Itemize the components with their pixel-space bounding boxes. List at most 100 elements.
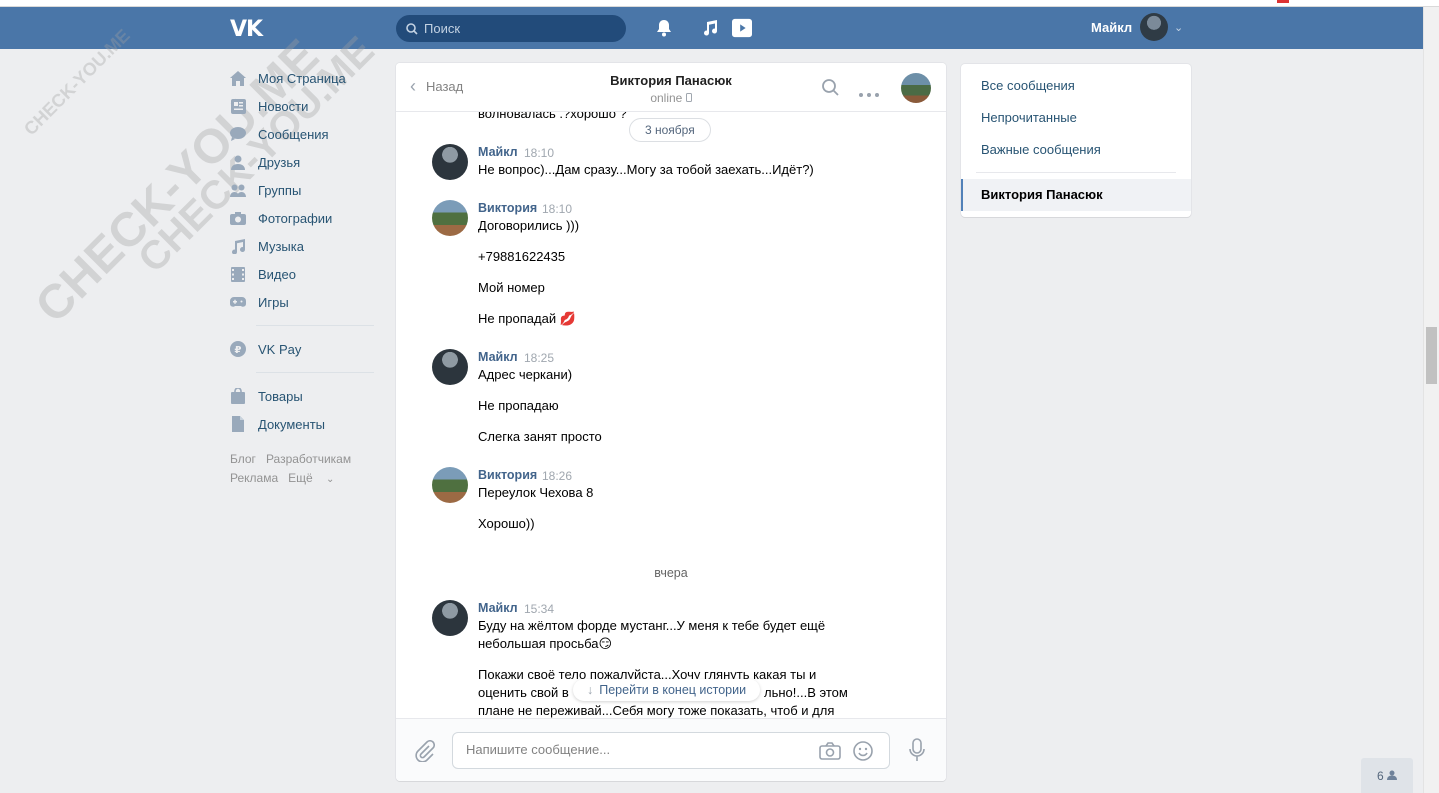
camera-icon[interactable] xyxy=(819,742,841,763)
sidebar-item-video[interactable]: Видео xyxy=(230,260,380,288)
avatar[interactable] xyxy=(432,144,468,180)
chevron-down-icon[interactable]: ⌄ xyxy=(1174,21,1183,34)
message-time[interactable]: 18:10 xyxy=(524,146,554,160)
sidebar-item-my-page[interactable]: Моя Страница xyxy=(230,64,380,92)
message-text: Слегка занят просто xyxy=(478,429,602,444)
message-text: плане не переживай...Себя могу тоже пока… xyxy=(478,703,835,718)
message-input[interactable] xyxy=(466,742,796,757)
message-text: Не пропадаю xyxy=(478,398,559,413)
ruble-coin-icon: ₽ xyxy=(230,341,246,357)
footer-link-developers[interactable]: Разработчикам xyxy=(266,452,351,466)
avatar[interactable] xyxy=(432,467,468,503)
online-count: 6 xyxy=(1376,768,1384,783)
message-author[interactable]: Майкл xyxy=(478,145,518,159)
header-avatar[interactable] xyxy=(1140,13,1168,41)
search-icon[interactable] xyxy=(822,79,839,99)
play-icon[interactable] xyxy=(732,18,752,38)
message-text: Мой номер xyxy=(478,280,545,295)
messages-icon xyxy=(230,126,246,142)
left-sidebar: Моя Страница Новости Сообщения Друзья Гр… xyxy=(230,64,380,489)
search-input[interactable] xyxy=(424,21,604,36)
music-icon xyxy=(230,238,246,254)
svg-text:₽: ₽ xyxy=(235,345,242,356)
message-time[interactable]: 18:25 xyxy=(524,351,554,365)
date-pill[interactable]: 3 ноября xyxy=(629,118,711,142)
sidebar-item-messages[interactable]: Сообщения xyxy=(230,120,380,148)
photos-icon xyxy=(230,210,246,226)
microphone-icon[interactable] xyxy=(909,738,925,765)
sidebar-item-documents[interactable]: Документы xyxy=(230,410,380,438)
avatar[interactable] xyxy=(432,600,468,636)
sidebar-item-label: Друзья xyxy=(258,154,301,170)
message-text: Не вопрос)...Дам сразу...Могу за тобой з… xyxy=(478,162,814,177)
message-text: Переулок Чехова 8 xyxy=(478,485,594,500)
avatar[interactable] xyxy=(432,349,468,385)
sidebar-footer: Блог Разработчикам Реклама Ещё ⌄ xyxy=(230,450,380,489)
paperclip-icon[interactable] xyxy=(415,739,436,765)
message-composer xyxy=(396,718,946,781)
sidebar-item-vkpay[interactable]: ₽ VK Pay xyxy=(230,335,380,363)
avatar[interactable] xyxy=(432,200,468,236)
message-field[interactable] xyxy=(452,732,890,769)
sidebar-item-friends[interactable]: Друзья xyxy=(230,148,380,176)
chevron-down-icon: ⌄ xyxy=(326,474,335,485)
message-time[interactable]: 18:26 xyxy=(542,469,572,483)
sidebar-item-music[interactable]: Музыка xyxy=(230,232,380,260)
footer-more-label: Ещё xyxy=(288,471,313,485)
message-text: небольшая просьба😏 xyxy=(478,636,613,651)
sidebar-item-games[interactable]: Игры xyxy=(230,288,380,316)
sidebar-item-label: Товары xyxy=(258,388,303,404)
message-text: Договорились ))) xyxy=(478,218,580,233)
arrow-down-icon: ↓ xyxy=(587,683,594,697)
peer-avatar[interactable] xyxy=(901,73,931,103)
message-text: Хорошо)) xyxy=(478,516,535,531)
vk-logo[interactable]: VK xyxy=(230,17,263,42)
online-friends-button[interactable]: 6 xyxy=(1361,758,1413,793)
message-author[interactable]: Майкл xyxy=(478,350,518,364)
message-time[interactable]: 15:34 xyxy=(524,602,554,616)
footer-link-more[interactable]: Ещё ⌄ xyxy=(288,471,344,485)
sidebar-item-label: Моя Страница xyxy=(258,70,346,86)
search-icon xyxy=(406,22,418,35)
sidebar-item-label: VK Pay xyxy=(258,341,302,357)
scrollbar-thumb[interactable] xyxy=(1426,327,1437,384)
sidebar-item-label: Видео xyxy=(258,266,296,282)
jump-to-end-button[interactable]: ↓ Перейти в конец истории xyxy=(573,679,761,701)
smile-icon[interactable] xyxy=(853,741,873,764)
message-text: +79881622435 xyxy=(478,249,566,264)
menu-item-unread[interactable]: Непрочитанные xyxy=(981,110,1077,125)
footer-link-ads[interactable]: Реклама xyxy=(230,471,278,485)
message-author[interactable]: Виктория xyxy=(478,468,537,482)
message-time[interactable]: 18:10 xyxy=(542,202,572,216)
menu-item-active-dialog[interactable]: Виктория Панасюк xyxy=(961,179,1191,211)
menu-item-important[interactable]: Важные сообщения xyxy=(981,142,1101,157)
bell-icon[interactable] xyxy=(654,18,674,38)
more-dots-icon[interactable] xyxy=(859,85,879,100)
message-author[interactable]: Майкл xyxy=(478,601,518,615)
message-history[interactable]: волновалась .?хорошо ? 3 ноября Майкл 18… xyxy=(396,112,946,718)
footer-link-blog[interactable]: Блог xyxy=(230,452,256,466)
music-note-icon[interactable] xyxy=(700,18,720,38)
menu-divider xyxy=(976,172,1176,173)
message-text: льно!...В этом xyxy=(764,685,848,700)
sidebar-item-groups[interactable]: Группы xyxy=(230,176,380,204)
sidebar-item-label: Фотографии xyxy=(258,210,333,226)
sidebar-item-photos[interactable]: Фотографии xyxy=(230,204,380,232)
sidebar-item-label: Музыка xyxy=(258,238,304,254)
news-icon xyxy=(230,98,246,114)
sidebar-divider xyxy=(256,325,374,326)
sidebar-item-label: Документы xyxy=(258,416,326,432)
header-username[interactable]: Майкл xyxy=(1091,20,1132,35)
sidebar-item-label: Группы xyxy=(258,182,302,198)
mobile-phone-icon xyxy=(685,91,692,105)
search-box[interactable] xyxy=(396,15,626,42)
chat-header: ‹ Назад Виктория Панасюк online xyxy=(396,63,946,112)
page-scrollbar[interactable] xyxy=(1423,7,1439,793)
sidebar-item-goods[interactable]: Товары xyxy=(230,382,380,410)
sidebar-item-news[interactable]: Новости xyxy=(230,92,380,120)
menu-item-all-messages[interactable]: Все сообщения xyxy=(981,78,1075,93)
active-dialog-label: Виктория Панасюк xyxy=(981,187,1103,202)
message-author[interactable]: Виктория xyxy=(478,201,537,215)
status-text: online xyxy=(650,91,683,105)
person-icon xyxy=(1387,769,1398,783)
